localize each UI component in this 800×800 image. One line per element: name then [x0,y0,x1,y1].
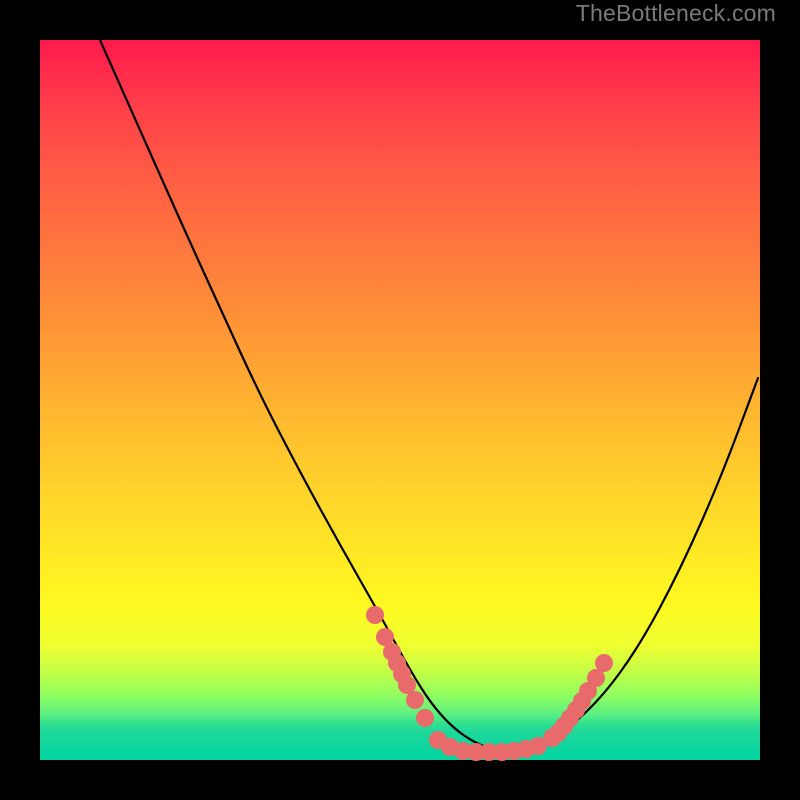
data-dot [416,709,434,727]
dot-cluster-right [543,654,613,747]
plot-area [40,40,760,760]
bottleneck-curve [100,40,758,751]
watermark-text: TheBottleneck.com [576,0,776,27]
data-dot [406,691,424,709]
data-dot [595,654,613,672]
dot-cluster-bottom [429,731,547,761]
data-dot [366,606,384,624]
dot-cluster-left [366,606,434,727]
plot-frame [20,20,780,780]
chart-svg [40,40,760,760]
